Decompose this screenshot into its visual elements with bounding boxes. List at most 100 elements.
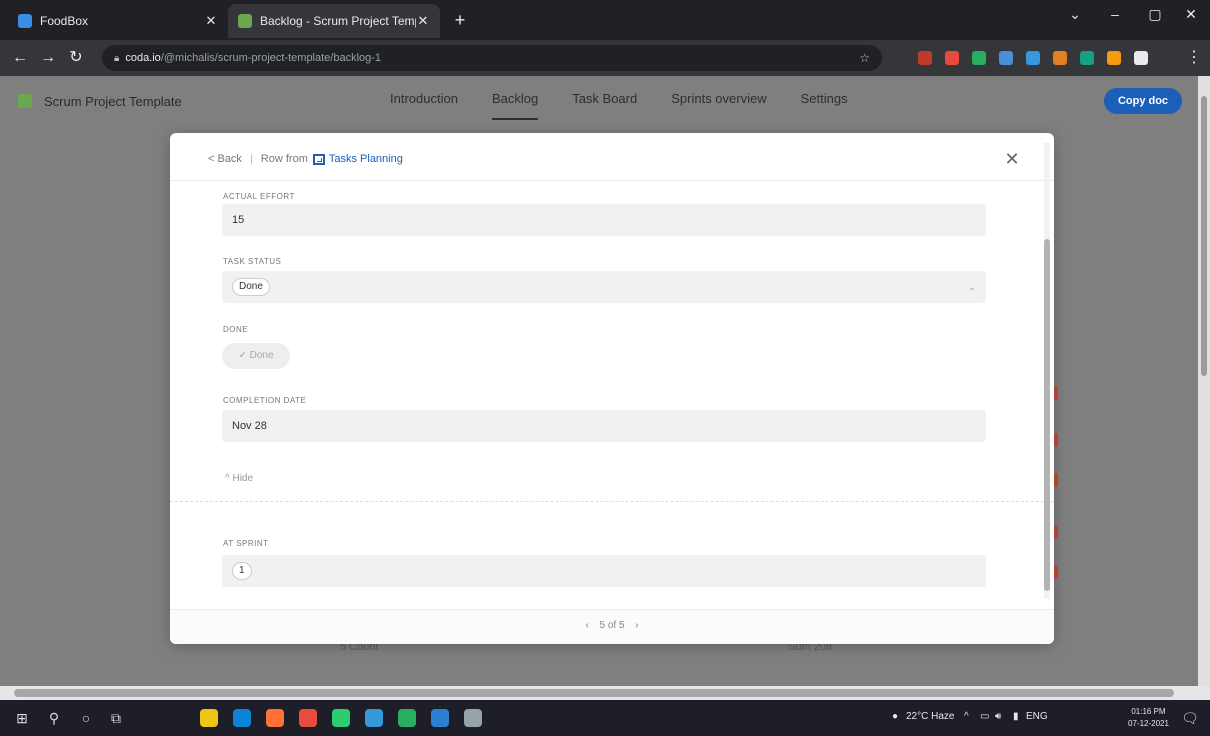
search-icon[interactable]: ⚲ bbox=[44, 708, 64, 728]
close-icon[interactable]: ✕ bbox=[1002, 149, 1022, 170]
new-tab-button[interactable]: + bbox=[448, 8, 472, 32]
doc-logo-icon bbox=[18, 94, 32, 108]
browser-extension-icon[interactable] bbox=[972, 51, 986, 65]
clock-time: 01:16 PM bbox=[1131, 707, 1166, 716]
minimize-button[interactable]: – bbox=[1100, 6, 1130, 22]
at-sprint-field[interactable]: 1 bbox=[222, 555, 986, 587]
windows-taskbar: ⊞ ⚲ ○ ⧉ ● 22°C Haze ^ ▭ 🔊︎ ▮ ENG 01:16 P… bbox=[0, 700, 1210, 736]
task-status-select[interactable]: Done ⌄ bbox=[222, 271, 986, 303]
clock-date: 07-12-2021 bbox=[1128, 719, 1169, 728]
tab-sprints-overview[interactable]: Sprints overview bbox=[671, 91, 766, 120]
browser-extension-icon[interactable] bbox=[1080, 51, 1094, 65]
pager-position: 5 of 5 bbox=[599, 620, 625, 631]
breadcrumb-separator: | bbox=[249, 153, 253, 165]
volume-icon[interactable]: 🔊︎ bbox=[995, 711, 1001, 722]
browser-extension-icon[interactable] bbox=[945, 51, 959, 65]
taskbar-app-icon[interactable] bbox=[332, 709, 350, 727]
browser-extension-icon[interactable] bbox=[1107, 51, 1121, 65]
weather-icon: ● bbox=[892, 711, 899, 722]
foodbox-favicon-icon bbox=[18, 14, 32, 28]
completion-date-value: Nov 28 bbox=[232, 420, 267, 432]
done-label: DONE bbox=[223, 325, 249, 334]
scroll-thumb[interactable] bbox=[1201, 96, 1207, 376]
browser-toolbar: ← → ↻ 🔒︎ coda.io /@michalis/scrum-projec… bbox=[0, 40, 1210, 76]
system-clock[interactable]: 01:16 PM 07-12-2021 bbox=[1128, 706, 1169, 730]
taskbar-app-icon[interactable] bbox=[200, 709, 218, 727]
browser-extension-icon[interactable] bbox=[1053, 51, 1067, 65]
status-marker bbox=[1054, 473, 1058, 487]
copy-doc-button[interactable]: Copy doc bbox=[1104, 88, 1182, 114]
row-detail-modal: < Back | Row from Tasks Planning ✕ ACTUA… bbox=[170, 133, 1054, 644]
scroll-thumb[interactable] bbox=[1044, 239, 1050, 591]
status-chip: Done bbox=[232, 278, 270, 297]
windows-start-icon[interactable]: ⊞ bbox=[12, 708, 32, 728]
tab-title: FoodBox bbox=[40, 14, 89, 28]
completion-date-field[interactable]: Nov 28 bbox=[222, 410, 986, 442]
browser-extension-icon[interactable] bbox=[918, 51, 932, 65]
notifications-icon[interactable]: 🗨︎ bbox=[1180, 708, 1200, 728]
taskbar-app-icon[interactable] bbox=[464, 709, 482, 727]
weather-label[interactable]: 22°C Haze bbox=[906, 711, 954, 722]
page-horizontal-scrollbar[interactable] bbox=[0, 686, 1210, 700]
status-marker bbox=[1054, 433, 1058, 447]
network-icon[interactable]: ▭ bbox=[980, 711, 989, 722]
status-marker bbox=[1054, 565, 1058, 579]
taskbar-app-icon[interactable] bbox=[266, 709, 284, 727]
browser-tab-foodbox[interactable]: FoodBox ✕ bbox=[8, 4, 228, 38]
doc-title[interactable]: Scrum Project Template bbox=[44, 94, 182, 109]
table-link[interactable]: Tasks Planning bbox=[329, 153, 403, 165]
browser-extension-icon[interactable] bbox=[999, 51, 1013, 65]
doc-nav: Introduction Backlog Task Board Sprints … bbox=[390, 91, 882, 120]
completion-date-label: COMPLETION DATE bbox=[223, 396, 307, 405]
taskbar-app-icon[interactable] bbox=[398, 709, 416, 727]
battery-icon[interactable]: ▮ bbox=[1013, 711, 1019, 722]
back-link[interactable]: < Back bbox=[208, 153, 242, 165]
hide-fields-link[interactable]: ^ Hide bbox=[225, 473, 253, 484]
address-bar[interactable]: 🔒︎ coda.io /@michalis/scrum-project-temp… bbox=[102, 45, 882, 71]
close-window-button[interactable]: ✕ bbox=[1176, 6, 1206, 23]
chevron-down-icon: ⌄ bbox=[968, 282, 976, 292]
table-icon bbox=[312, 153, 325, 165]
language-indicator[interactable]: ENG bbox=[1026, 711, 1048, 722]
modal-body: ACTUAL EFFORT 15 TASK STATUS Done ⌄ DONE… bbox=[170, 181, 1054, 609]
tray-chevron-icon[interactable]: ^ bbox=[964, 711, 969, 722]
maximize-button[interactable]: ▢ bbox=[1140, 6, 1170, 23]
close-tab-icon[interactable]: ✕ bbox=[416, 13, 430, 29]
actual-effort-field[interactable]: 15 bbox=[222, 204, 986, 236]
done-toggle-button[interactable]: ✓ Done bbox=[222, 343, 290, 369]
browser-tab-backlog[interactable]: Backlog - Scrum Project Template ✕ bbox=[228, 4, 440, 38]
taskbar-app-icon[interactable] bbox=[431, 709, 449, 727]
close-tab-icon[interactable]: ✕ bbox=[204, 13, 218, 29]
tab-introduction[interactable]: Introduction bbox=[390, 91, 458, 120]
tab-search-icon[interactable]: ⌄ bbox=[1060, 6, 1090, 23]
taskbar-app-icon[interactable] bbox=[233, 709, 251, 727]
url-host: coda.io bbox=[125, 52, 161, 64]
breadcrumb: < Back | Row from Tasks Planning bbox=[208, 153, 403, 165]
sprint-chip: 1 bbox=[232, 562, 252, 581]
browser-tab-strip: FoodBox ✕ Backlog - Scrum Project Templa… bbox=[0, 0, 1210, 40]
back-arrow-icon[interactable]: ← bbox=[10, 48, 30, 68]
modal-header: < Back | Row from Tasks Planning ✕ bbox=[170, 133, 1054, 181]
prev-row-button[interactable]: ‹ bbox=[585, 620, 588, 631]
tab-backlog[interactable]: Backlog bbox=[491, 91, 539, 120]
browser-extension-icon[interactable] bbox=[1026, 51, 1040, 65]
cortana-icon[interactable]: ○ bbox=[76, 708, 96, 728]
page-vertical-scrollbar[interactable] bbox=[1198, 76, 1210, 686]
at-sprint-label: AT SPRINT bbox=[223, 539, 269, 548]
tab-settings[interactable]: Settings bbox=[801, 91, 848, 120]
taskbar-app-icon[interactable] bbox=[299, 709, 317, 727]
scroll-thumb[interactable] bbox=[14, 689, 1174, 697]
coda-favicon-icon bbox=[238, 14, 252, 28]
bookmark-star-icon[interactable]: ☆ bbox=[859, 51, 870, 65]
forward-arrow-icon[interactable]: → bbox=[38, 48, 58, 68]
modal-scrollbar[interactable] bbox=[1042, 133, 1052, 609]
tab-task-board[interactable]: Task Board bbox=[572, 91, 637, 120]
task-view-icon[interactable]: ⧉ bbox=[106, 708, 126, 728]
next-row-button[interactable]: › bbox=[635, 620, 638, 631]
status-marker bbox=[1054, 386, 1058, 400]
reload-icon[interactable]: ↻ bbox=[66, 48, 86, 68]
tab-title: Backlog - Scrum Project Template bbox=[260, 14, 416, 28]
browser-extension-icon[interactable] bbox=[1134, 51, 1148, 65]
chrome-menu-icon[interactable]: ⋮ bbox=[1184, 48, 1204, 68]
taskbar-app-icon[interactable] bbox=[365, 709, 383, 727]
